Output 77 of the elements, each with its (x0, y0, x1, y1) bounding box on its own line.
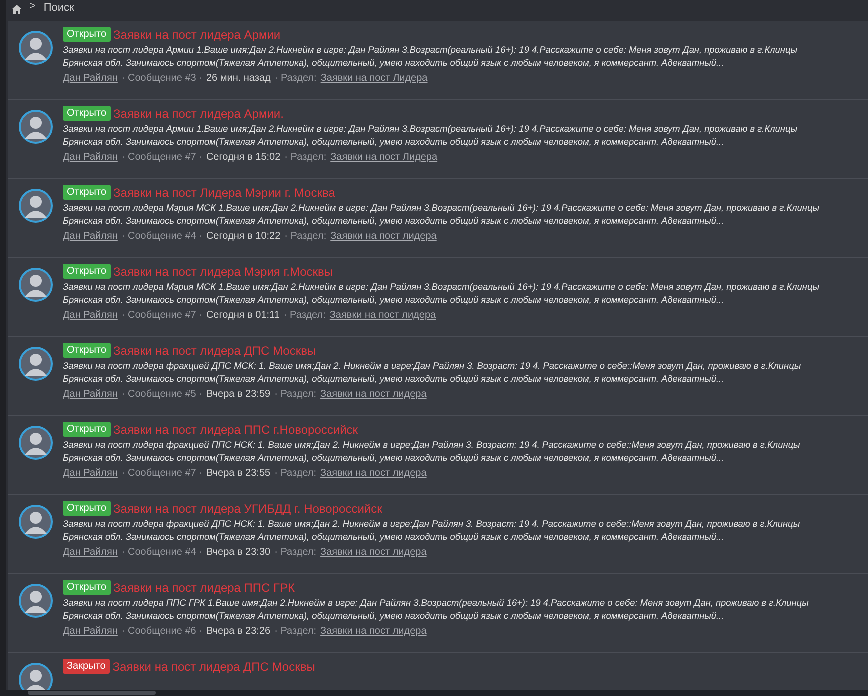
breadcrumb-link[interactable]: Поиск (44, 1, 74, 15)
thread-title-link[interactable]: Заявки на пост лидера УГИБДД г. Новороссийск (114, 502, 382, 516)
avatar-icon[interactable] (19, 110, 53, 144)
status-badge: Открыто (63, 343, 111, 358)
section-label: · Раздел: (274, 626, 317, 637)
post-snippet: Заявки на пост лидера Армии 1.Ваше имя:Дан 2.Никнейм в игре: Дан Райлян 3.Возраст(реальный 16+): 19 4.Расскажите о себе: Меня зовут Дан, проживаю в г.Клинцы Брянская обл. Занимаюсь спортом(Тяжелая Атлетика), общительный, умею находить общий язык с любым человеком, я коммерсант. Адекватный... (63, 123, 798, 149)
section-link[interactable]: Заявки на пост лидера (330, 310, 436, 321)
message-number: · Сообщение #4 · (122, 547, 202, 558)
post-time: Вчера в 23:59 (206, 389, 271, 400)
status-badge: Открыто (63, 264, 111, 279)
thread-title-link[interactable]: Заявки на пост лидера Армии (114, 28, 281, 42)
post-snippet: Заявки на пост лидера Мэрия МСК 1.Ваше имя:Дан 2.Никнейм в игре: Дан Райлян 3.Возраст(реальный 16+): 19 4.Расскажите о себе: Меня зовут Дан, проживаю в г.Клинцы Брянская обл. Занимаюсь спортом(Тяжелая Атлетика), общительный, умею находить общий язык с любым человеком, я коммерсант. Адекватный... (63, 202, 820, 228)
section-label: · Раздел: (284, 310, 326, 321)
avatar-icon[interactable] (19, 426, 53, 460)
section-label: · Раздел: (274, 547, 317, 558)
section-label: · Раздел: (284, 231, 327, 242)
author-link[interactable]: Дан Райлян (63, 468, 118, 479)
status-badge: Закрыто (63, 659, 110, 674)
section-link[interactable]: Заявки на пост лидера (320, 468, 427, 479)
section-label: · Раздел: (274, 389, 317, 400)
post-time: Сегодня в 15:02 (206, 152, 281, 163)
author-link[interactable]: Дан Райлян (63, 389, 118, 400)
thread-title-link[interactable]: Заявки на пост лидера Армии. (114, 106, 284, 120)
status-badge: Открыто (63, 501, 111, 516)
post-time: Вчера в 23:26 (206, 626, 271, 637)
post-time: Вчера в 23:55 (206, 468, 271, 479)
section-link[interactable]: Заявки на пост лидера (320, 547, 427, 558)
avatar-icon[interactable] (19, 347, 53, 381)
author-link[interactable]: Дан Райлян (63, 231, 118, 242)
post-snippet: Заявки на пост лидера фракцией ППС НСК: 1. Ваше имя:Дан 2. Никнейм в игре:Дан Райлян 3. Возраст: 19 4. Расскажите о себе::Меня зовут Дан, проживаю в г.Клинцы Брянская обл. Занимаюсь спортом(Тяжелая Атлетика), общительный, умею находить общий язык с любым человеком, я коммерсант. Адекватный... (63, 439, 802, 465)
breadcrumb-separator: > (30, 1, 36, 12)
home-icon[interactable] (12, 5, 22, 14)
author-link[interactable]: Дан Райлян (63, 626, 118, 637)
section-link[interactable]: Заявки на пост лидера (330, 231, 437, 242)
post-snippet: Заявки на пост лидера ППС ГРК 1.Ваше имя:Дан 2.Никнейм в игре: Дан Райлян 3.Возраст(реальный 16+): 19 4.Расскажите о себе: Меня зовут Дан, проживаю в г.Клинцы Брянская обл. Занимаюсь спортом(Тяжелая Атлетика), общительный, умею находить общий язык с любым человеком, я коммерсант. Адекватный... (63, 597, 810, 623)
thread-title-link[interactable]: Заявки на пост лидера ДПС Москвы (112, 660, 316, 674)
message-number: · Сообщение #7 · (122, 310, 202, 321)
thread-title-link[interactable]: Заявки на пост лидера Мэрия г.Москвы (114, 264, 334, 278)
avatar-icon[interactable] (19, 189, 53, 223)
message-number: · Сообщение #5 · (122, 389, 202, 400)
post-time: Вчера в 23:30 (206, 547, 271, 558)
avatar-icon[interactable] (19, 505, 53, 539)
post-time: 26 мин. назад (206, 73, 271, 84)
thread-title-link[interactable]: Заявки на пост лидера ППС г.Новороссийск (114, 422, 358, 436)
status-badge: Открыто (63, 580, 111, 595)
avatar-icon[interactable] (19, 31, 53, 65)
avatar-icon[interactable] (19, 268, 53, 302)
post-snippet: Заявки на пост лидера Мэрия МСК 1.Ваше имя:Дан 2.Никнейм в игре: Дан Райлян 3.Возраст(реальный 16+): 19 4.Расскажите о себе: Меня зовут Дан, проживаю в г.Клинцы Брянская обл. Занимаюсь спортом(Тяжелая Атлетика), общительный, умею находить общий язык с любым человеком, я коммерсант. Адекватный... (63, 281, 820, 307)
post-snippet: Заявки на пост лидера Армии 1.Ваше имя:Дан 2.Никнейм в игре: Дан Райлян 3.Возраст(реальный 16+): 19 4.Расскажите о себе: Меня зовут Дан, проживаю в г.Клинцы Брянская обл. Занимаюсь спортом(Тяжелая Атлетика), общительный, умею находить общий язык с любым человеком, я коммерсант. Адекватный... (63, 44, 798, 70)
section-link[interactable]: Заявки на пост лидера (320, 626, 427, 637)
section-label: · Раздел: (274, 73, 317, 84)
section-label: · Раздел: (284, 152, 327, 163)
message-number: · Сообщение #6 · (122, 626, 202, 637)
section-link[interactable]: Заявки на пост Лидера (330, 152, 438, 163)
post-time: Сегодня в 10:22 (206, 231, 281, 242)
post-snippet: Заявки на пост лидера фракцией ДПС МСК: 1. Ваше имя:Дан 2. Никнейм в игре:Дан Райлян 3. Возраст: 19 4. Расскажите о себе::Меня зовут Дан, проживаю в г.Клинцы Брянская обл. Занимаюсь спортом(Тяжелая Атлетика), общительный, умею находить общий язык с любым человеком, я коммерсант. Адекватный... (63, 360, 802, 386)
avatar-icon[interactable] (19, 584, 53, 618)
status-badge: Открыто (63, 422, 111, 437)
thread-title-link[interactable]: Заявки на пост лидера ППС ГРК (114, 580, 296, 594)
message-number: · Сообщение #7 · (122, 468, 202, 479)
message-number: · Сообщение #4 · (122, 231, 202, 242)
section-link[interactable]: Заявки на пост Лидера (320, 73, 428, 84)
thread-title-link[interactable]: Заявки на пост лидера ДПС Москвы (114, 344, 316, 358)
status-badge: Открыто (63, 185, 111, 200)
thread-title-link[interactable]: Заявки на пост Лидера Мэрии г. Москва (114, 186, 336, 200)
status-badge: Открыто (63, 27, 111, 42)
author-link[interactable]: Дан Райлян (63, 310, 118, 321)
post-time: Сегодня в 01:11 (206, 310, 280, 321)
section-link[interactable]: Заявки на пост лидера (320, 389, 427, 400)
post-snippet: Заявки на пост лидера фракцией ДПС НСК: 1. Ваше имя:Дан 2. Никнейм в игре:Дан Райлян 3. Возраст: 19 4. Расскажите о себе::Меня зовут Дан, проживаю в г.Клинцы Брянская обл. Занимаюсь спортом(Тяжелая Атлетика), общительный, умею находить общий язык с любым человеком, я коммерсант. Адекватный... (63, 518, 802, 544)
status-badge: Открыто (63, 106, 111, 121)
author-link[interactable]: Дан Райлян (63, 547, 118, 558)
author-link[interactable]: Дан Райлян (63, 152, 118, 163)
section-label: · Раздел: (274, 468, 317, 479)
message-number: · Сообщение #3 · (122, 73, 202, 84)
message-number: · Сообщение #7 · (122, 152, 202, 163)
author-link[interactable]: Дан Райлян (63, 73, 118, 84)
